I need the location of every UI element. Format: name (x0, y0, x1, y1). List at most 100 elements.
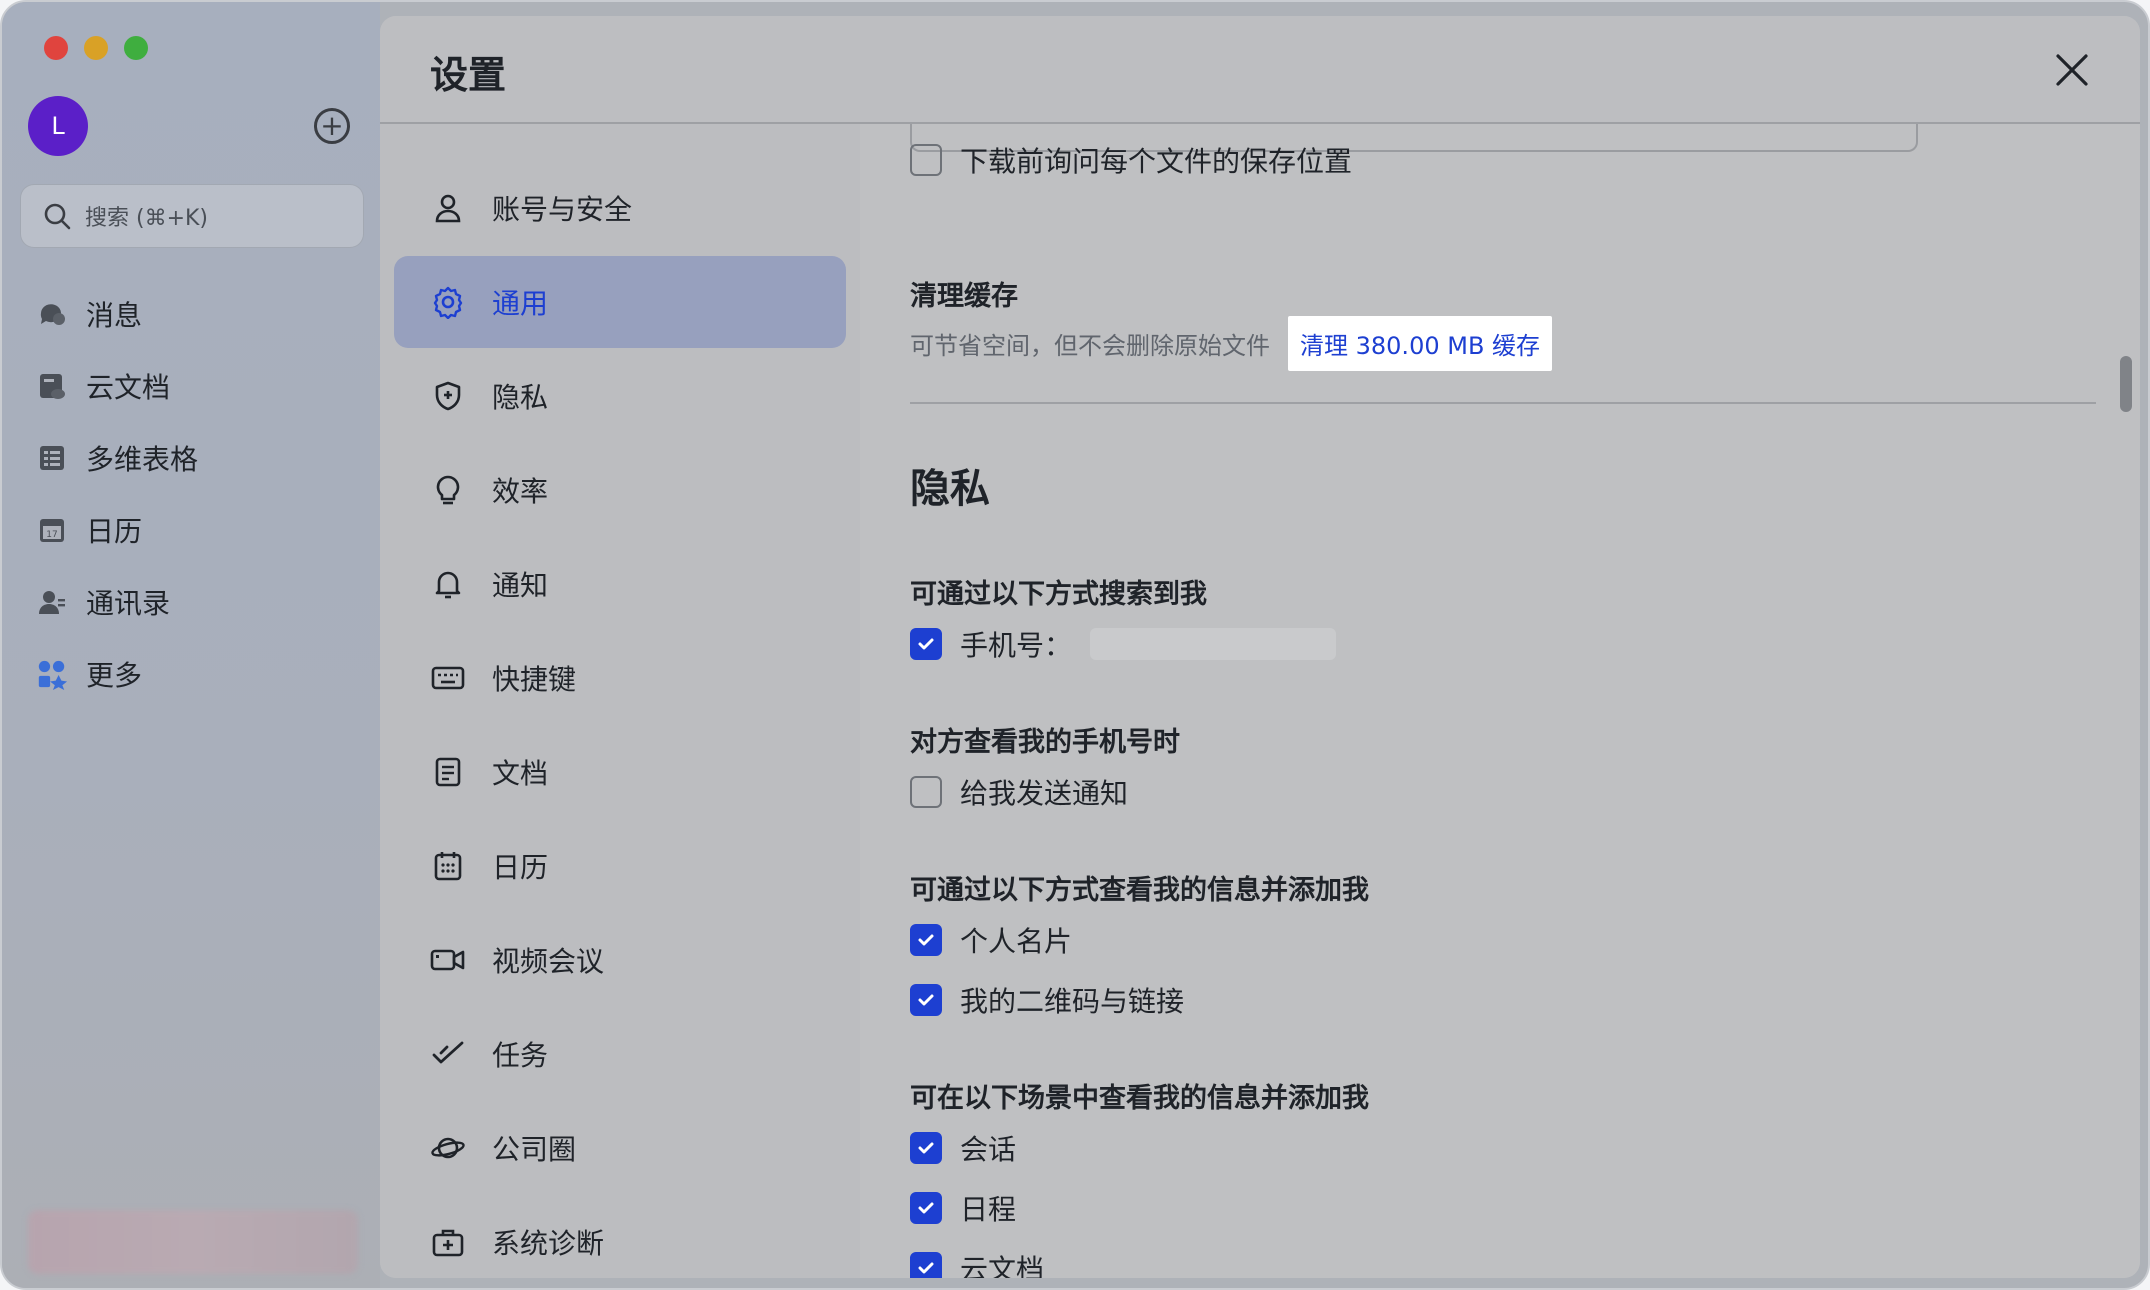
qr-link-label: 我的二维码与链接 (960, 985, 1185, 1018)
bell-icon (430, 566, 466, 602)
scene-schedule-label: 日程 (960, 1193, 1017, 1226)
scene-docs-row[interactable]: 云文档 (910, 1248, 1044, 1278)
cloud-doc-icon (36, 370, 68, 402)
settings-nav-calendar[interactable]: 日历 (394, 820, 846, 912)
settings-nav-label: 通用 (492, 287, 549, 320)
check-icon (918, 638, 934, 650)
download-ask-row[interactable]: 下载前询问每个文件的保存位置 (910, 140, 1352, 180)
account-footer[interactable] (28, 1210, 358, 1274)
scene-chat-label: 会话 (960, 1133, 1017, 1166)
settings-nav-label: 任务 (492, 1039, 549, 1072)
toolbox-icon (430, 1224, 466, 1260)
qr-link-row[interactable]: 我的二维码与链接 (910, 980, 1184, 1020)
search-input[interactable]: 搜索 (⌘+K) (20, 184, 364, 248)
lightbulb-icon (430, 472, 466, 508)
scene-docs-label: 云文档 (960, 1253, 1045, 1278)
personal-card-label: 个人名片 (960, 925, 1073, 958)
clear-cache-link[interactable]: 清理 380.00 MB 缓存 (1288, 316, 1553, 371)
personal-card-checkbox[interactable] (910, 924, 942, 956)
settings-nav-label: 快捷键 (492, 663, 577, 696)
scene-docs-checkbox[interactable] (910, 1252, 942, 1278)
phone-search-row[interactable]: 手机号： (910, 624, 1337, 664)
settings-nav-moments[interactable]: 公司圈 (394, 1102, 846, 1194)
settings-nav-diagnostics[interactable]: 系统诊断 (394, 1196, 846, 1278)
scene-chat-checkbox[interactable] (910, 1132, 942, 1164)
shield-icon (430, 378, 466, 414)
search-icon (43, 202, 71, 230)
download-ask-checkbox[interactable] (910, 144, 942, 176)
contacts-icon (36, 586, 68, 618)
scene-chat-row[interactable]: 会话 (910, 1128, 1016, 1168)
settings-dialog: 设置 账号与安全 通用 隐私 效率 通知 快捷键 文档 日历 视频会议 任务 公… (380, 16, 2140, 1278)
add-button[interactable]: + (314, 108, 350, 144)
notify-me-checkbox[interactable] (910, 776, 942, 808)
task-icon (430, 1036, 466, 1072)
settings-nav-privacy[interactable]: 隐私 (394, 350, 846, 442)
scene-schedule-row[interactable]: 日程 (910, 1188, 1016, 1228)
privacy-section-title: 隐私 (910, 466, 990, 512)
settings-nav-label: 日历 (492, 851, 549, 884)
personal-card-row[interactable]: 个人名片 (910, 920, 1072, 960)
app-nav-more[interactable]: 更多 (36, 638, 198, 710)
settings-nav-video-meeting[interactable]: 视频会议 (394, 914, 846, 1006)
search-by-title: 可通过以下方式搜索到我 (910, 579, 1207, 610)
minimize-window-button[interactable] (84, 36, 108, 60)
app-nav-bitable[interactable]: 多维表格 (36, 422, 198, 494)
plus-icon: + (320, 109, 344, 142)
clear-cache-title: 清理缓存 (910, 281, 1018, 312)
check-icon (918, 994, 934, 1006)
qr-link-checkbox[interactable] (910, 984, 942, 1016)
window-controls (44, 36, 148, 60)
section-divider (910, 402, 2096, 404)
clear-cache-desc: 可节省空间，但不会删除原始文件 (910, 332, 1270, 360)
settings-nav-tasks[interactable]: 任务 (394, 1008, 846, 1100)
avatar[interactable]: L (28, 96, 88, 156)
content-scrollbar[interactable] (2120, 356, 2132, 412)
settings-nav-shortcuts[interactable]: 快捷键 (394, 632, 846, 724)
app-sidebar: L + 搜索 (⌘+K) 消息 云文档 多维表格 17 日历 通讯录 更多 (2, 2, 380, 1288)
calendar-icon (430, 848, 466, 884)
check-icon (918, 934, 934, 946)
app-nav-calendar[interactable]: 17 日历 (36, 494, 198, 566)
scene-schedule-checkbox[interactable] (910, 1192, 942, 1224)
settings-nav-label: 通知 (492, 569, 549, 602)
user-icon (430, 190, 466, 226)
settings-nav-label: 文档 (492, 757, 549, 790)
phone-search-checkbox[interactable] (910, 628, 942, 660)
view-phone-title: 对方查看我的手机号时 (910, 727, 1180, 758)
notify-me-row[interactable]: 给我发送通知 (910, 772, 1128, 812)
app-nav-messages[interactable]: 消息 (36, 278, 198, 350)
settings-nav-general[interactable]: 通用 (394, 256, 846, 348)
page-title: 设置 (430, 53, 507, 97)
table-icon (36, 442, 68, 474)
settings-nav-notifications[interactable]: 通知 (394, 538, 846, 630)
add-by-title: 可通过以下方式查看我的信息并添加我 (910, 875, 1369, 906)
app-nav-contacts[interactable]: 通讯录 (36, 566, 198, 638)
app-nav-label: 云文档 (86, 371, 171, 404)
svg-text:17: 17 (46, 530, 57, 540)
check-icon (918, 1142, 934, 1154)
close-window-button[interactable] (44, 36, 68, 60)
chat-bubble-icon (36, 298, 68, 330)
phone-label: 手机号： (960, 629, 1073, 662)
notify-me-label: 给我发送通知 (960, 777, 1129, 810)
dialog-header: 设置 (380, 16, 2140, 124)
settings-nav-efficiency[interactable]: 效率 (394, 444, 846, 536)
keyboard-icon (430, 660, 466, 696)
phone-number-redacted (1090, 628, 1337, 660)
app-nav-label: 消息 (86, 299, 143, 332)
close-icon (2056, 54, 2088, 86)
app-nav-docs[interactable]: 云文档 (36, 350, 198, 422)
settings-nav-label: 效率 (492, 475, 549, 508)
check-icon (918, 1202, 934, 1214)
check-icon (918, 1262, 934, 1274)
app-nav-label: 更多 (86, 659, 143, 692)
settings-nav: 账号与安全 通用 隐私 效率 通知 快捷键 文档 日历 视频会议 任务 公司圈 … (380, 124, 860, 1278)
settings-nav-docs[interactable]: 文档 (394, 726, 846, 818)
close-button[interactable] (2052, 50, 2092, 90)
zoom-window-button[interactable] (124, 36, 148, 60)
app-nav-label: 多维表格 (86, 443, 199, 476)
scenes-title: 可在以下场景中查看我的信息并添加我 (910, 1083, 1369, 1114)
planet-icon (430, 1130, 466, 1166)
settings-nav-account[interactable]: 账号与安全 (394, 162, 846, 254)
